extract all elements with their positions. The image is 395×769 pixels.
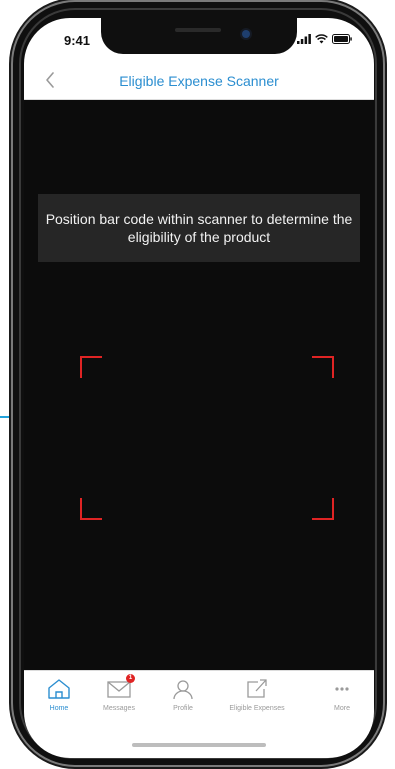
home-indicator bbox=[132, 743, 266, 747]
page-title: Eligible Expense Scanner bbox=[119, 73, 279, 89]
status-bar: 9:41 bbox=[24, 18, 374, 62]
tab-profile-label: Profile bbox=[173, 705, 193, 712]
wifi-icon bbox=[315, 34, 328, 44]
cellular-signal-icon bbox=[297, 34, 311, 44]
scan-frame-corner-top-left bbox=[80, 356, 102, 378]
tab-messages[interactable]: 1 Messages bbox=[84, 674, 154, 721]
mockup-stage: 9:41 Eligible Expense Scanner Position b… bbox=[0, 0, 395, 769]
tab-more-label: More bbox=[334, 705, 350, 712]
external-link-icon bbox=[247, 679, 267, 698]
notch bbox=[101, 18, 297, 54]
tab-messages-label: Messages bbox=[103, 705, 135, 712]
battery-icon bbox=[332, 34, 352, 44]
more-dots-icon bbox=[335, 687, 349, 691]
status-time: 9:41 bbox=[64, 33, 91, 48]
person-icon bbox=[173, 680, 193, 700]
tab-eligible-expenses[interactable]: Eligible Expenses bbox=[222, 677, 292, 721]
scan-frame-corner-top-right bbox=[312, 356, 334, 378]
front-camera bbox=[242, 30, 250, 38]
earpiece-speaker bbox=[175, 28, 221, 32]
scan-frame-corner-bottom-right bbox=[312, 498, 334, 520]
scanner-camera-view[interactable]: Position bar code within scanner to dete… bbox=[24, 100, 374, 688]
navigation-bar: Eligible Expense Scanner bbox=[24, 62, 374, 100]
tab-more[interactable]: More bbox=[307, 677, 374, 721]
tab-profile[interactable]: Profile bbox=[148, 677, 218, 721]
tab-eligible-expenses-label: Eligible Expenses bbox=[229, 705, 285, 712]
scan-frame-corner-bottom-left bbox=[80, 498, 102, 520]
home-icon bbox=[48, 679, 70, 699]
phone-screen: 9:41 Eligible Expense Scanner Position b… bbox=[24, 18, 374, 758]
tab-home-label: Home bbox=[49, 705, 69, 712]
status-icons bbox=[297, 34, 352, 44]
messages-badge: 1 bbox=[126, 674, 135, 683]
scanner-instruction: Position bar code within scanner to dete… bbox=[38, 194, 360, 262]
